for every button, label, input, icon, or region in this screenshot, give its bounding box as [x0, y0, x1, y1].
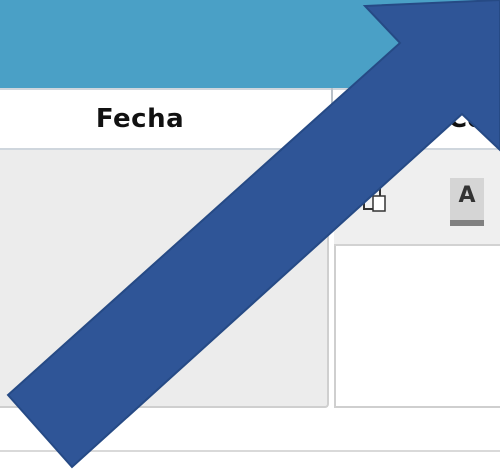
paste-icon[interactable] [360, 183, 386, 213]
content-area[interactable] [334, 246, 500, 408]
title-bar [0, 0, 500, 88]
font-color-icon[interactable]: A [450, 178, 484, 226]
app-window: Fecha Co A [0, 0, 500, 469]
bottom-divider [0, 450, 500, 452]
left-panel [0, 150, 329, 408]
column-divider[interactable] [331, 88, 333, 150]
status-strip [0, 408, 500, 469]
column-header-next[interactable]: Co [448, 104, 485, 134]
column-header-fecha[interactable]: Fecha [70, 104, 210, 134]
